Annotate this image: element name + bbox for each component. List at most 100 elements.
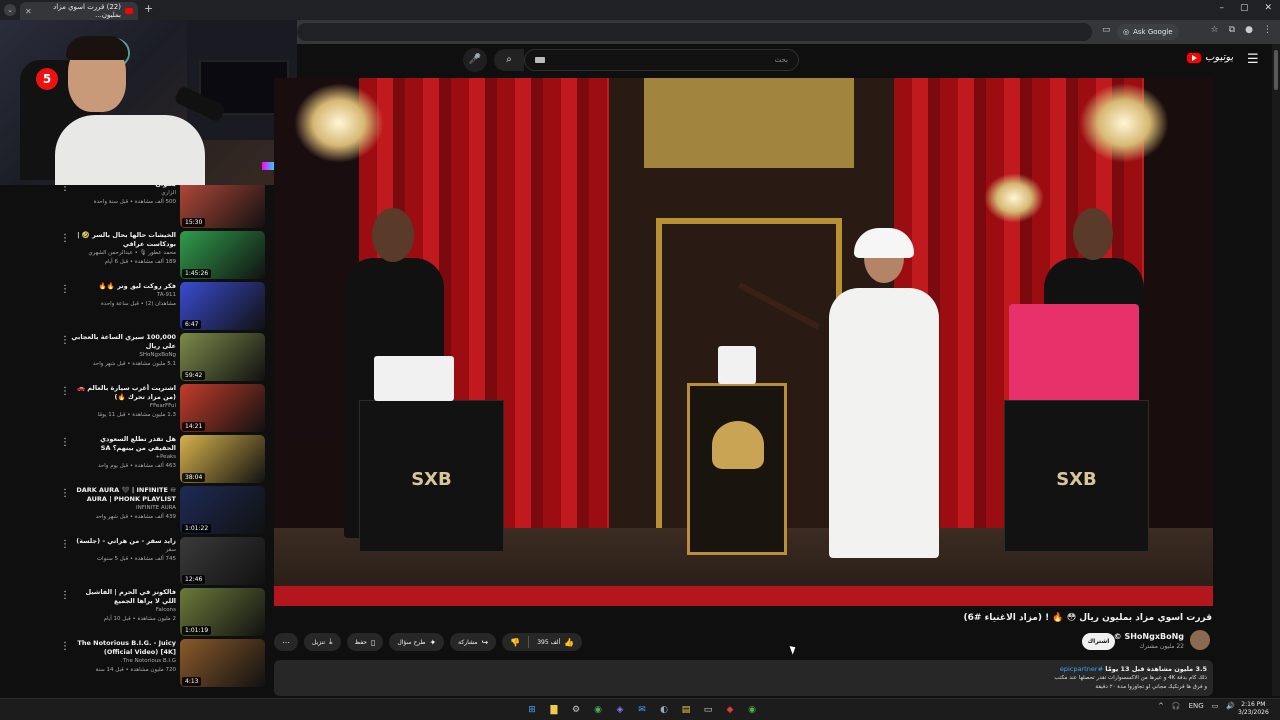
video-player[interactable]: SXB SXB bbox=[274, 78, 1213, 606]
tray-chevron-icon[interactable]: ^ bbox=[1158, 702, 1164, 710]
url-field[interactable] bbox=[297, 23, 1092, 41]
youtube-logo[interactable]: يوتيوب bbox=[1187, 52, 1233, 63]
list-item[interactable]: 59:42 ⋮ 100,000 سيري الساعة بالعجابي على… bbox=[0, 333, 270, 383]
voice-search-icon[interactable]: 🎤 bbox=[463, 48, 487, 72]
duration-badge: 38:04 bbox=[182, 473, 206, 482]
youtube-play-icon bbox=[1187, 52, 1201, 63]
keyboard-icon[interactable] bbox=[535, 57, 545, 63]
list-item[interactable]: 1:01:22 ⋮ DARK AURA 🖤 | INFINITE ♾ AURA … bbox=[0, 486, 270, 536]
share-button[interactable]: مشاركة ↪ bbox=[450, 633, 497, 651]
list-item[interactable]: 1:01:19 ⋮ فالكونز في الحرم | الفاشيل الل… bbox=[0, 588, 270, 638]
language-indicator[interactable]: ENG bbox=[1189, 702, 1204, 710]
notes-icon[interactable]: ▤ bbox=[678, 702, 694, 718]
video-title[interactable]: The Notorious B.I.G. - Juicy (Official V… bbox=[70, 639, 176, 657]
bookmark-star-icon[interactable]: ☆ bbox=[1211, 25, 1219, 35]
settings-icon[interactable]: ⚙ bbox=[568, 702, 584, 718]
channel-name[interactable]: SHoNgxBoNg © bbox=[1114, 632, 1184, 641]
channel-name[interactable]: TA-911 bbox=[70, 291, 176, 300]
channel-name[interactable]: الزاري bbox=[70, 189, 176, 198]
maximize-icon[interactable]: ▢ bbox=[1240, 3, 1249, 13]
chrome-active-icon[interactable]: ◉ bbox=[744, 702, 760, 718]
video-title[interactable]: زايد سقر - من هراتي - (جلسة) bbox=[70, 537, 176, 546]
list-item[interactable]: 14:21 ⋮ اشتريت أغرب سيارة بالعالم 🚗 (من … bbox=[0, 384, 270, 434]
more-actions-button[interactable]: ⋯ bbox=[274, 633, 298, 651]
video-title[interactable]: فكر روكت ليق ونر 🔥🔥 bbox=[70, 282, 176, 291]
windows-start-icon[interactable]: ⊞ bbox=[524, 702, 540, 718]
product-box-left bbox=[374, 356, 454, 401]
video-title[interactable]: DARK AURA 🖤 | INFINITE ♾ AURA | PHONK PL… bbox=[70, 486, 176, 504]
more-vert-icon[interactable]: ⋮ bbox=[60, 335, 70, 346]
tab-close-icon[interactable]: ✕ bbox=[25, 7, 32, 16]
more-vert-icon[interactable]: ⋮ bbox=[60, 437, 70, 448]
video-title[interactable]: هل تقدر تطلع السعودي الحقيقي من بينهم؟ S… bbox=[70, 435, 176, 453]
list-item[interactable]: 6:47 ⋮ فكر روكت ليق ونر 🔥🔥 TA-911 مشاهدا… bbox=[0, 282, 270, 332]
cast-icon[interactable]: ▭ bbox=[1102, 25, 1111, 35]
more-vert-icon[interactable]: ⋮ bbox=[60, 590, 70, 601]
menu-icon[interactable]: ☰ bbox=[1247, 52, 1259, 67]
more-vert-icon[interactable]: ⋮ bbox=[60, 185, 70, 193]
download-button[interactable]: تنزيل ⤓ bbox=[304, 633, 341, 651]
file-explorer-icon[interactable]: ▇ bbox=[546, 702, 562, 718]
steam-icon[interactable]: ◐ bbox=[656, 702, 672, 718]
list-item[interactable]: 15:30 ⋮ بعنوان الزاري 500 ألف مشاهدة • ق… bbox=[0, 185, 270, 230]
ask-button[interactable]: طرح سؤال ✦ bbox=[389, 633, 445, 651]
channel-name[interactable]: سقر bbox=[70, 546, 176, 555]
list-item[interactable]: 1:45:26 ⋮ الخيشات حالها بحال بالسر 🤣 | ب… bbox=[0, 231, 270, 281]
duration-badge: 1:01:22 bbox=[182, 524, 212, 533]
video-title[interactable]: 100,000 سيري الساعة بالعجابي على ريال bbox=[70, 333, 176, 351]
channel-avatar[interactable] bbox=[1190, 630, 1210, 650]
more-vert-icon[interactable]: ⋮ bbox=[60, 386, 70, 397]
subscriber-count: 22 مليون مشترك bbox=[1139, 643, 1184, 650]
chrome-icon[interactable]: ◉ bbox=[590, 702, 606, 718]
channel-name[interactable]: SHoNgxBoNg bbox=[70, 351, 176, 360]
minimize-icon[interactable]: – bbox=[1219, 3, 1224, 13]
search-button-icon[interactable]: ⌕ bbox=[494, 49, 524, 71]
dislike-button[interactable]: 👎 bbox=[502, 633, 528, 651]
more-vert-icon[interactable]: ⋮ bbox=[60, 233, 70, 244]
search-input[interactable]: بحث bbox=[524, 49, 799, 71]
headset-icon[interactable]: 🎧 bbox=[1172, 702, 1181, 710]
duration-badge: 15:30 bbox=[182, 218, 206, 227]
close-window-icon[interactable]: ✕ bbox=[1264, 3, 1272, 13]
network-icon[interactable]: ▭ bbox=[1212, 702, 1219, 710]
more-vert-icon[interactable]: ⋮ bbox=[60, 641, 70, 652]
tab-search-icon[interactable]: ⌄ bbox=[4, 4, 16, 16]
list-item[interactable]: 4:13 ⋮ The Notorious B.I.G. - Juicy (Off… bbox=[0, 639, 270, 689]
list-item[interactable]: 12:46 ⋮ زايد سقر - من هراتي - (جلسة) سقر… bbox=[0, 537, 270, 587]
volume-icon[interactable]: 🔊 bbox=[1226, 702, 1235, 710]
duration-badge: 6:47 bbox=[182, 320, 202, 329]
channel-name[interactable]: FFearFFul bbox=[70, 402, 176, 411]
more-vert-icon[interactable]: ⋮ bbox=[60, 539, 70, 550]
browser-tab[interactable]: (22) قررت اسوي مزاد بمليون... ✕ bbox=[20, 2, 138, 20]
channel-name[interactable]: Peaks+ bbox=[70, 453, 176, 462]
video-title[interactable]: اشتريت أغرب سيارة بالعالم 🚗 (من مزاد تحر… bbox=[70, 384, 176, 402]
subscribe-button[interactable]: اشتراك bbox=[1082, 633, 1115, 650]
video-title[interactable]: الخيشات حالها بحال بالسر 🤣 | بودكاست عرا… bbox=[70, 231, 176, 249]
channel-name[interactable]: Falcons bbox=[70, 606, 176, 615]
valorant-icon[interactable]: ◆ bbox=[722, 702, 738, 718]
like-button[interactable]: 395 ألف 👍 bbox=[529, 633, 582, 651]
scrollbar-thumb[interactable] bbox=[1274, 50, 1278, 90]
description-box[interactable]: 3.5 مليون مشاهدة قبل 13 يومًا #epicpartn… bbox=[274, 660, 1213, 696]
list-item[interactable]: 38:04 ⋮ هل تقدر تطلع السعودي الحقيقي من … bbox=[0, 435, 270, 485]
channel-name[interactable]: The Notorious B.I.G. bbox=[70, 657, 176, 666]
discord-icon[interactable]: ◈ bbox=[612, 702, 628, 718]
more-vert-icon[interactable]: ⋮ bbox=[60, 284, 70, 295]
profile-icon[interactable]: ● bbox=[1245, 25, 1253, 35]
page-scrollbar[interactable] bbox=[1272, 44, 1280, 696]
terminal-icon[interactable]: ▭ bbox=[700, 702, 716, 718]
new-tab-icon[interactable]: + bbox=[144, 2, 153, 15]
save-button[interactable]: حفظ ▯ bbox=[346, 633, 384, 651]
podium-right-brand: SXB bbox=[1056, 468, 1097, 490]
taskbar-clock[interactable]: 2:16 PM 3/23/2026 bbox=[1238, 701, 1269, 717]
video-title[interactable]: فالكونز في الحرم | الفاشيل اللي لا يراها… bbox=[70, 588, 176, 606]
extensions-icon[interactable]: ⧉ bbox=[1229, 25, 1235, 35]
channel-name[interactable]: محمد عطور 🎙 • عبدالرحمن الشهري bbox=[70, 249, 176, 258]
channel-name[interactable]: INFINITE AURA bbox=[70, 504, 176, 513]
hashtag-link[interactable]: #epicpartner bbox=[1060, 665, 1103, 673]
streamer-webcam: 5 bbox=[0, 20, 297, 185]
more-vert-icon[interactable]: ⋮ bbox=[60, 488, 70, 499]
outlook-icon[interactable]: ✉ bbox=[634, 702, 650, 718]
address-bar: ◎ Ask Google ▭ ☆ ⧉ ● ⋮ bbox=[297, 20, 1280, 44]
browser-menu-icon[interactable]: ⋮ bbox=[1263, 25, 1272, 35]
